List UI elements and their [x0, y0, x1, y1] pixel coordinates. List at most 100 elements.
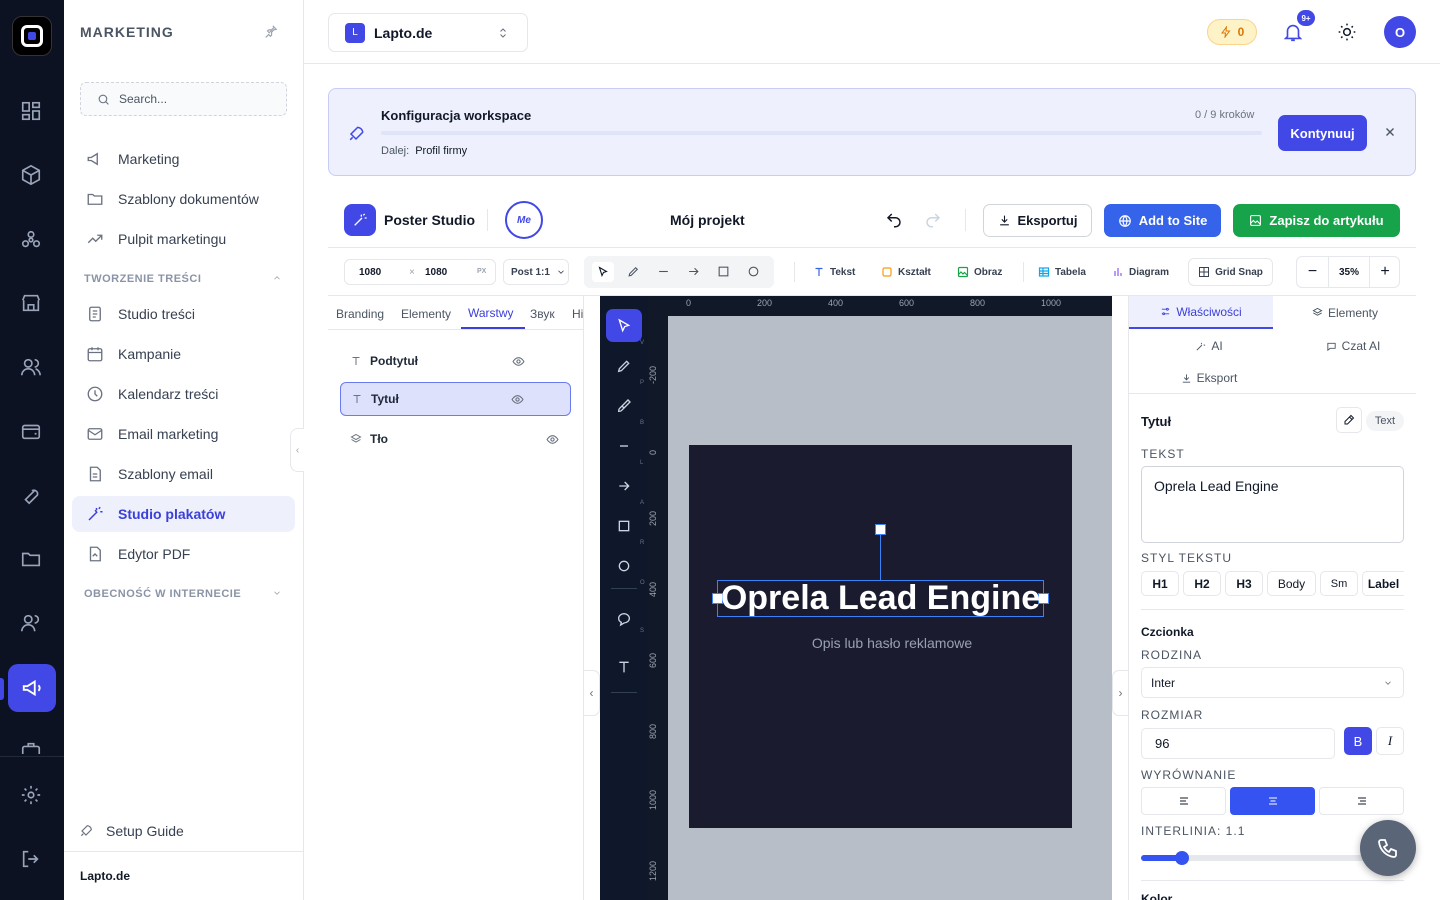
font-size-input[interactable]: 96: [1141, 728, 1335, 759]
box-icon[interactable]: [20, 164, 44, 188]
eye-icon[interactable]: [512, 355, 525, 368]
align-right-button[interactable]: [1319, 787, 1404, 815]
phone-call-button[interactable]: [1360, 820, 1416, 876]
megaphone-icon[interactable]: [8, 664, 56, 712]
close-icon[interactable]: [1383, 125, 1397, 139]
tab-sound[interactable]: Звук: [530, 307, 555, 321]
diagram-tool-button[interactable]: Diagram: [1112, 263, 1169, 281]
text-tool[interactable]: [606, 651, 642, 683]
save-to-article-button[interactable]: Zapisz do artykułu: [1233, 204, 1400, 237]
preset-select[interactable]: Post 1:1: [503, 259, 569, 285]
wallet-icon[interactable]: [20, 420, 44, 444]
setup-guide-link[interactable]: Setup Guide: [78, 823, 184, 839]
italic-toggle[interactable]: I: [1376, 727, 1404, 755]
avatar[interactable]: O: [1384, 16, 1416, 48]
dashboard-icon[interactable]: [20, 100, 44, 124]
section-online-presence[interactable]: OBECNOŚĆ W INTERNECIE: [84, 588, 284, 600]
ellipse-tool[interactable]: [606, 550, 642, 582]
continue-button[interactable]: Kontynuuj: [1278, 115, 1367, 151]
pin-icon[interactable]: [264, 24, 278, 38]
team-icon[interactable]: [20, 612, 44, 636]
style-label-button[interactable]: Label: [1362, 571, 1404, 596]
sidebar-item-content-calendar[interactable]: Kalendarz treści: [72, 376, 295, 412]
workspace-selector[interactable]: L Lapto.de: [328, 13, 528, 52]
sidebar-item-content-studio[interactable]: Studio treści: [72, 296, 295, 332]
style-sm-button[interactable]: Sm: [1320, 571, 1358, 596]
tab-export[interactable]: Eksport: [1129, 363, 1289, 393]
tab-branding[interactable]: Branding: [336, 307, 384, 321]
sidebar-item-marketing[interactable]: Marketing: [72, 141, 295, 177]
redo-icon[interactable]: [924, 211, 942, 229]
logout-icon[interactable]: [20, 848, 44, 872]
sidebar-item-pdf-editor[interactable]: Edytor PDF: [72, 536, 295, 572]
collapse-left-panel-handle[interactable]: ‹: [584, 670, 600, 716]
folder-icon[interactable]: [20, 548, 44, 572]
style-h1-button[interactable]: H1: [1141, 571, 1179, 596]
tab-ai-chat[interactable]: Czat AI: [1289, 331, 1416, 361]
wrench-icon[interactable]: [20, 484, 44, 508]
speech-tool[interactable]: [606, 603, 642, 635]
grid-snap-toggle[interactable]: Grid Snap: [1188, 258, 1273, 286]
search-input[interactable]: Search...: [80, 82, 287, 116]
sun-icon[interactable]: [1337, 22, 1357, 42]
select-tool-icon[interactable]: [592, 262, 614, 282]
collapse-sidebar-handle[interactable]: ‹: [290, 428, 304, 472]
shape-tool-button[interactable]: Kształt: [881, 263, 931, 281]
line-height-thumb[interactable]: [1175, 851, 1189, 865]
align-left-button[interactable]: [1141, 787, 1226, 815]
bold-toggle[interactable]: B: [1344, 727, 1372, 755]
sidebar-item-campaigns[interactable]: Kampanie: [72, 336, 295, 372]
zoom-out-button[interactable]: −: [1297, 257, 1329, 287]
me-badge[interactable]: Me: [505, 201, 543, 239]
select-tool[interactable]: [606, 309, 642, 342]
store-icon[interactable]: [20, 292, 44, 316]
network-icon[interactable]: [20, 229, 44, 253]
briefcase-icon[interactable]: [20, 740, 44, 754]
collapse-right-panel-handle[interactable]: ›: [1112, 670, 1128, 716]
text-tool-button[interactable]: Tekst: [813, 263, 855, 281]
section-content-creation[interactable]: TWORZENIE TREŚCI: [84, 273, 284, 285]
users-icon[interactable]: [20, 356, 44, 380]
image-tool-button[interactable]: Obraz: [957, 263, 1002, 281]
sidebar-item-document-templates[interactable]: Szablony dokumentów: [72, 181, 295, 217]
circle-tool-icon[interactable]: [747, 265, 760, 278]
add-to-site-button[interactable]: Add to Site: [1104, 204, 1221, 237]
arrow-tool[interactable]: [606, 470, 642, 502]
layer-title[interactable]: Tytuł: [340, 382, 571, 416]
brush-tool[interactable]: [606, 390, 642, 422]
arrow-tool-icon[interactable]: [687, 265, 700, 278]
tab-ai[interactable]: AI: [1129, 331, 1289, 361]
tab-properties[interactable]: Właściwości: [1129, 296, 1273, 329]
tab-layers[interactable]: Warstwy: [468, 306, 514, 320]
width-input[interactable]: 1080 × 1080 PX: [344, 259, 496, 285]
line-tool-icon[interactable]: [657, 265, 670, 278]
zoom-in-button[interactable]: +: [1369, 257, 1400, 287]
rect-tool[interactable]: [606, 510, 642, 542]
font-family-select[interactable]: Inter: [1141, 667, 1404, 698]
rect-tool-icon[interactable]: [717, 265, 730, 278]
tab-elements[interactable]: Elementy: [401, 307, 451, 321]
eye-icon[interactable]: [546, 433, 559, 446]
sidebar-item-marketing-dashboard[interactable]: Pulpit marketingu: [72, 221, 295, 257]
pen-tool[interactable]: [606, 350, 642, 382]
sidebar-item-email-marketing[interactable]: Email marketing: [72, 416, 295, 452]
style-h2-button[interactable]: H2: [1183, 571, 1221, 596]
layer-background[interactable]: Tło: [340, 422, 571, 456]
style-h3-button[interactable]: H3: [1225, 571, 1263, 596]
tab-history[interactable]: Hi: [572, 307, 583, 321]
align-center-button[interactable]: [1230, 787, 1315, 815]
settings-icon[interactable]: [20, 784, 44, 808]
sidebar-item-email-templates[interactable]: Szablony email: [72, 456, 295, 492]
layer-subtitle[interactable]: Podtytuł: [340, 344, 571, 378]
table-tool-button[interactable]: Tabela: [1038, 263, 1086, 281]
project-name[interactable]: Mój projekt: [670, 212, 745, 228]
style-body-button[interactable]: Body: [1267, 571, 1316, 596]
undo-icon[interactable]: [885, 211, 903, 229]
logo-icon[interactable]: [12, 16, 52, 56]
rotation-handle[interactable]: [875, 524, 886, 535]
tab-elements[interactable]: Elementy: [1273, 296, 1416, 329]
line-tool[interactable]: [606, 430, 642, 462]
sidebar-item-poster-studio[interactable]: Studio plakatów: [72, 496, 295, 532]
poster-title[interactable]: Oprela Lead Engine: [689, 578, 1072, 618]
credits-badge[interactable]: 0: [1207, 19, 1257, 45]
